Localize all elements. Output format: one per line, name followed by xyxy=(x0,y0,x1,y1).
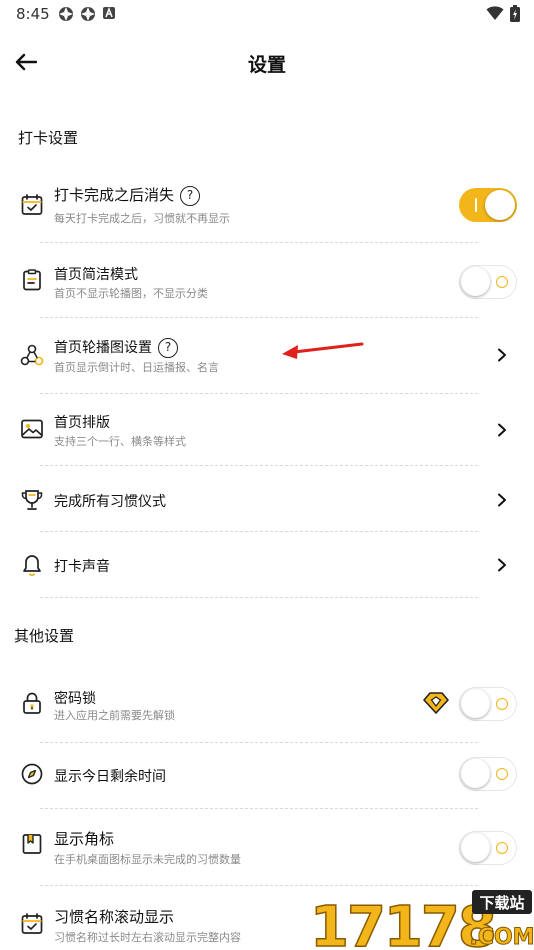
divider xyxy=(40,465,478,466)
divider xyxy=(40,885,478,886)
setting-title: 显示今日剩余时间 xyxy=(54,769,166,785)
toggle-badge[interactable] xyxy=(459,831,517,865)
setting-title: 首页排版 xyxy=(54,415,110,431)
setting-subtitle: 在手机桌面图标显示未完成的习惯数量 xyxy=(54,853,241,866)
toggle-password-lock[interactable] xyxy=(459,687,517,721)
setting-title: 习惯名称滚动显示 xyxy=(54,908,175,926)
setting-row-checkin-sound[interactable]: 打卡声音 xyxy=(0,538,534,594)
setting-subtitle: 支持三个一行、横条等样式 xyxy=(54,435,186,448)
setting-row-password-lock[interactable]: 密码锁 进入应用之前需要先解锁 xyxy=(0,680,534,742)
trophy-icon xyxy=(21,490,43,510)
chevron-right-icon xyxy=(498,423,506,437)
setting-row-badge[interactable]: 显示角标 在手机桌面图标显示未完成的习惯数量 xyxy=(0,816,534,878)
help-icon[interactable]: ? xyxy=(158,338,178,358)
setting-title: 打卡声音 xyxy=(54,559,110,575)
calendar-check-icon xyxy=(21,194,43,215)
status-bar: 8:45 xyxy=(0,0,534,28)
chevron-right-icon xyxy=(498,558,506,572)
divider xyxy=(40,597,478,598)
setting-row-completion-ceremony[interactable]: 完成所有习惯仪式 xyxy=(0,472,534,528)
toggle-simple-mode[interactable] xyxy=(459,265,517,299)
setting-row-remaining-time[interactable]: 显示今日剩余时间 xyxy=(0,748,534,804)
chevron-right-icon xyxy=(498,348,506,362)
image-icon xyxy=(21,419,43,439)
divider xyxy=(40,317,478,318)
chevron-right-icon xyxy=(498,493,506,507)
compass-icon xyxy=(21,763,43,785)
divider xyxy=(40,808,478,809)
setting-row-layout[interactable]: 首页排版 支持三个一行、横条等样式 xyxy=(0,400,534,460)
app-bar: 设置 xyxy=(0,40,534,84)
setting-title: 打卡完成之后消失 xyxy=(54,186,175,204)
battery-icon xyxy=(510,5,520,22)
svg-text:下载站: 下载站 xyxy=(479,894,524,912)
setting-subtitle: 首页不显示轮播图，不显示分类 xyxy=(54,287,208,300)
svg-text:.COM: .COM xyxy=(469,925,534,950)
setting-subtitle: 首页显示倒计时、日运播报、名言 xyxy=(54,361,219,374)
bell-icon xyxy=(23,555,41,576)
setting-row-carousel[interactable]: 首页轮播图设置? 首页显示倒计时、日运播报、名言 xyxy=(0,325,534,387)
clipboard-icon xyxy=(23,269,41,291)
app-notification-icon xyxy=(59,7,73,21)
toggle-remaining-time[interactable] xyxy=(459,757,517,791)
lock-icon xyxy=(23,692,41,714)
setting-title: 显示角标 xyxy=(54,830,115,848)
toggle-hide-after-checkin[interactable] xyxy=(459,188,517,222)
text-notification-icon xyxy=(103,6,115,19)
divider xyxy=(40,742,478,743)
setting-title: 完成所有习惯仪式 xyxy=(54,494,166,510)
setting-title: 首页简洁模式 xyxy=(54,267,138,283)
calendar-check-icon xyxy=(21,913,43,934)
setting-subtitle: 进入应用之前需要先解锁 xyxy=(54,709,175,722)
setting-title: 首页轮播图设置 xyxy=(54,340,152,356)
setting-title: 密码锁 xyxy=(54,691,96,707)
setting-row-hide-after-checkin[interactable]: 打卡完成之后消失? 每天打卡完成之后，习惯就不再显示 xyxy=(0,176,534,238)
divider xyxy=(40,531,478,532)
triangle-nodes-icon xyxy=(20,344,44,366)
divider xyxy=(40,242,478,243)
page-title: 设置 xyxy=(247,54,286,76)
divider xyxy=(40,393,478,394)
bookmark-icon xyxy=(22,834,42,854)
site-watermark-logo: 17178 下载站 .COM xyxy=(310,890,534,950)
section-title-checkin: 打卡设置 xyxy=(18,129,79,147)
app-notification-icon xyxy=(81,7,95,21)
setting-subtitle: 习惯名称过长时左右滚动显示完整内容 xyxy=(54,931,241,944)
svg-text:17178: 17178 xyxy=(310,895,495,950)
wifi-icon xyxy=(486,6,504,20)
help-icon[interactable]: ? xyxy=(180,185,201,206)
vip-diamond-icon xyxy=(423,692,449,714)
annotation-arrow xyxy=(282,342,364,359)
status-time: 8:45 xyxy=(16,5,50,23)
setting-row-simple-mode[interactable]: 首页简洁模式 首页不显示轮播图，不显示分类 xyxy=(0,252,534,312)
section-title-other: 其他设置 xyxy=(14,627,75,645)
setting-subtitle: 每天打卡完成之后，习惯就不再显示 xyxy=(54,212,230,225)
